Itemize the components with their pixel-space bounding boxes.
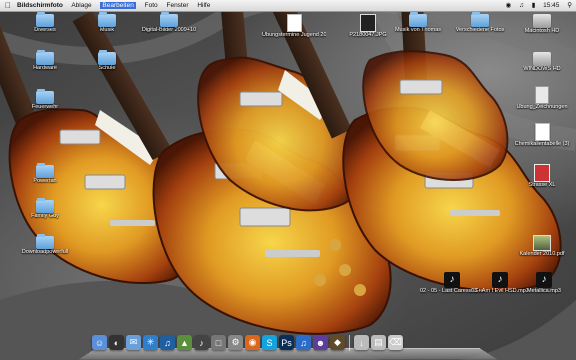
document-icon xyxy=(286,14,302,32)
folder-icon xyxy=(160,12,178,27)
firefox-icon[interactable]: ◉ xyxy=(245,335,260,350)
desktop-icon[interactable]: Macintosh HD xyxy=(510,14,574,35)
volume-icon[interactable]: ♫ xyxy=(519,2,524,9)
drive-icon xyxy=(533,52,551,66)
desktop-icon[interactable]: ♪ Metallica.mp3 xyxy=(512,272,576,295)
folder-icon xyxy=(409,12,427,27)
menu-ablage[interactable]: Ablage xyxy=(71,2,91,9)
finder-icon[interactable]: ☺ xyxy=(92,335,107,350)
pdf-icon xyxy=(533,235,551,251)
documents-stack-icon[interactable]: ▤ xyxy=(371,335,386,350)
menu-foto[interactable]: Foto xyxy=(145,2,158,9)
battery-icon[interactable]: ▮ xyxy=(532,2,536,9)
iphoto-icon[interactable]: ▲ xyxy=(177,335,192,350)
folder-icon xyxy=(36,234,54,249)
downloads-stack-icon[interactable]: ↓ xyxy=(354,335,369,350)
wifi-icon[interactable]: ◉ xyxy=(506,2,512,9)
clock[interactable]: 15:45 xyxy=(543,2,559,9)
desktop-icon-label: Digital-Bilder 2009+10 xyxy=(141,27,197,33)
desktop-icon[interactable]: WINDOWS HD xyxy=(510,52,574,73)
spotlight-icon[interactable]: ⚲ xyxy=(567,2,572,9)
garageband-icon[interactable]: ♪ xyxy=(194,335,209,350)
desktop-icon[interactable]: Musik von Thomas xyxy=(386,12,450,34)
folder-icon xyxy=(98,50,116,65)
document-icon xyxy=(535,86,549,104)
menu-bearbeiten[interactable]: Bearbeiten xyxy=(100,2,136,9)
skype-icon[interactable]: S xyxy=(262,335,277,350)
desktop-icon-label: Hardware xyxy=(33,65,57,71)
trash-icon[interactable]: ⌫ xyxy=(388,335,403,350)
desktop-icon-label: Musik von Thomas xyxy=(394,27,442,33)
desktop-icon[interactable]: Downloadpowerfull xyxy=(13,234,77,256)
desktop-icon-label: Strasse XL xyxy=(528,182,556,188)
menu-fenster[interactable]: Fenster xyxy=(166,2,188,9)
desktop-icon-label: Musik xyxy=(99,27,115,33)
desktop-icon[interactable]: Schule xyxy=(75,50,139,72)
desktop-icon-label: Schule xyxy=(98,65,116,71)
desktop-icon-label: Metallica.mp3 xyxy=(527,288,561,294)
mail-icon[interactable]: ✉ xyxy=(126,335,141,350)
desktop-icon-label: Kalender 2010.pdf xyxy=(519,251,565,257)
desktop-icon[interactable]: Übungstermine Jugend 2010.xls xyxy=(262,14,326,39)
folder-icon xyxy=(36,12,54,27)
desktop-icon[interactable]: Chemikalientabelle (3) xyxy=(510,123,574,148)
adium-icon[interactable]: ☻ xyxy=(313,335,328,350)
desktop-icon-label: Downloadpowerfull xyxy=(21,249,69,255)
folder-icon xyxy=(36,50,54,65)
desktop-icon-label: Verschiedene Fotos xyxy=(455,27,505,33)
folder-icon xyxy=(36,198,54,213)
dock-separator xyxy=(349,335,350,351)
preview-icon[interactable]: □ xyxy=(211,335,226,350)
desktop-icon[interactable]: Digital-Bilder 2009+10 xyxy=(137,12,201,34)
desktop-icon[interactable]: Diverses xyxy=(13,12,77,34)
apple-icon[interactable]:  xyxy=(5,0,11,11)
image-icon xyxy=(360,14,376,32)
safari-icon[interactable]: ✳ xyxy=(143,335,158,350)
music-icon: ♪ xyxy=(492,272,508,288)
other-icon[interactable]: ◆ xyxy=(330,335,345,350)
menu-app-name[interactable]: Bildschirmfoto xyxy=(17,2,63,9)
dock: ☺ ◐ ✉ ✳ ♫ ▲ ♪ □ ⚙ ◉ S Ps ♫ ☻ ◆ ↓ ▤ ⌫ xyxy=(78,333,498,360)
desktop-icon-label: Diverses xyxy=(34,27,56,33)
desktop-icon-label: Family Guy xyxy=(31,213,59,219)
desktop-icon[interactable]: Feuerwehr xyxy=(13,89,77,111)
folder-icon xyxy=(471,12,489,27)
desktop-icon[interactable]: Family Guy xyxy=(13,198,77,220)
desktop-icon[interactable]: Strasse XL xyxy=(510,164,574,189)
folder-icon xyxy=(36,89,54,104)
desktop-icon[interactable]: Hardware xyxy=(13,50,77,72)
system-preferences-icon[interactable]: ⚙ xyxy=(228,335,243,350)
itunes-store-icon[interactable]: ♫ xyxy=(296,335,311,350)
music-icon: ♪ xyxy=(444,272,460,288)
photoshop-icon[interactable]: Ps xyxy=(279,335,294,350)
desktop-icon[interactable]: Verschiedene Fotos xyxy=(448,12,512,34)
menu-bar:  Bildschirmfoto Ablage Bearbeiten Foto … xyxy=(0,0,576,12)
dashboard-icon[interactable]: ◐ xyxy=(109,335,124,350)
desktop-icon-label: Macintosh HD xyxy=(524,28,560,34)
desktop-icon-label: Übung_Zeichnungen xyxy=(516,104,568,110)
folder-icon xyxy=(98,12,116,27)
desktop-icon-label: Übungstermine Jugend 2010.xls xyxy=(262,32,326,38)
desktop-icon-label: WINDOWS HD xyxy=(523,66,561,72)
desktop-icon[interactable]: Musik xyxy=(75,12,139,34)
desktop-icon-label: Feuerwehr xyxy=(31,104,59,110)
desktop-icon-label: Powerfan xyxy=(33,178,57,184)
document-icon xyxy=(534,123,550,141)
desktop-icon[interactable]: Übung_Zeichnungen xyxy=(510,86,574,111)
desktop-icon[interactable]: Kalender 2010.pdf xyxy=(510,235,574,258)
document-icon xyxy=(534,164,550,182)
desktop-icon[interactable]: Powerfan xyxy=(13,163,77,185)
music-icon: ♪ xyxy=(536,272,552,288)
menu-hilfe[interactable]: Hilfe xyxy=(197,2,210,9)
desktop-icon-label: Chemikalientabelle (3) xyxy=(514,141,570,147)
itunes-icon[interactable]: ♫ xyxy=(160,335,175,350)
folder-icon xyxy=(36,163,54,178)
drive-icon xyxy=(533,14,551,28)
